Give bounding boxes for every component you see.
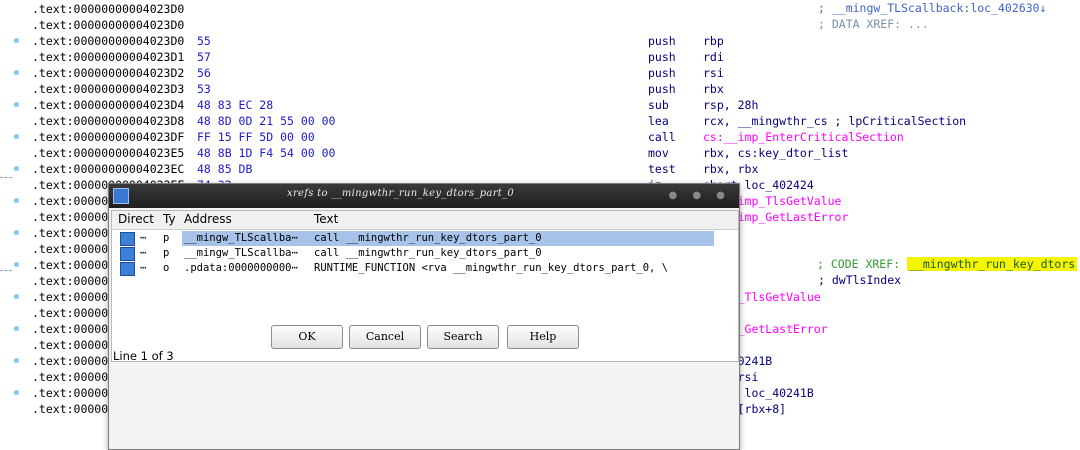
search-button[interactable]: Search — [427, 325, 499, 349]
breakpoint-dot-icon[interactable] — [14, 294, 19, 299]
table-header: Direct Ty Address Text — [112, 211, 738, 230]
row-address: __mingw_TLScallba⋯ — [184, 232, 298, 244]
code-xref-label: ; CODE XREF: — [817, 257, 901, 271]
address-text: .text:00000000004023D3 — [32, 82, 185, 96]
row-direction: ⋯ — [140, 247, 147, 259]
breakpoint-dot-icon[interactable] — [14, 326, 19, 331]
breakpoint-dot-icon[interactable] — [14, 166, 19, 171]
flow-arrow — [0, 177, 12, 178]
xref-comment-callback[interactable]: ; __mingw_TLScallback:loc_402630↓ — [818, 1, 1046, 15]
row-direction: ⋯ — [140, 232, 147, 244]
dialog-titlebar[interactable]: xrefs to __mingwthr_run_key_dtors_part_0… — [109, 184, 739, 208]
row-address: .pdata:0000000000⋯ — [184, 262, 298, 274]
xrefs-table[interactable]: Direct Ty Address Text ⋯ p __mingw_TLScall… — [111, 210, 739, 362]
dialog-title: xrefs to __mingwthr_run_key_dtors_part_0 — [287, 188, 515, 199]
opcode-bytes: 56 — [197, 66, 211, 80]
mnemonic: call — [648, 130, 676, 144]
xref-window-icon — [113, 188, 129, 204]
mnemonic: push — [648, 34, 676, 48]
data-xref-comment: ; DATA XREF: ... — [818, 17, 929, 31]
breakpoint-dot-icon[interactable] — [14, 102, 19, 107]
opcode-bytes: 48 83 EC 28 — [197, 98, 274, 112]
address-text: .text:00000000004023EC — [32, 162, 185, 176]
operands[interactable]: rsp, 28h — [703, 97, 758, 113]
address-text: .text:00000000004023DF — [32, 130, 185, 144]
address-text: .text:00000000004023D0 — [32, 2, 185, 16]
mnemonic: push — [648, 50, 676, 64]
opcode-bytes: 53 — [197, 82, 211, 96]
operands[interactable]: rcx, __mingwthr_cs ; lpCriticalSection — [703, 113, 966, 129]
operands[interactable]: rbx, cs:key_dtor_list — [703, 145, 848, 161]
breakpoint-dot-icon[interactable] — [14, 70, 19, 75]
address-text: .text:00000000004023D0 — [32, 18, 185, 32]
flow-arrow — [0, 270, 12, 271]
row-direction: ⋯ — [140, 262, 147, 274]
operands[interactable]: rsi — [703, 65, 724, 81]
opcode-bytes: 48 85 DB — [197, 162, 253, 176]
xref-row[interactable]: ⋯ p __mingw_TLScallba⋯ call __mingwthr_run_… — [112, 231, 738, 246]
mnemonic: test — [648, 162, 676, 176]
breakpoint-dot-icon[interactable] — [14, 38, 19, 43]
xref-row[interactable]: ⋯ o .pdata:0000000000⋯ RUNTIME_FUNCTION <rv… — [112, 261, 738, 276]
xref-row-icon — [120, 247, 135, 261]
mnemonic: mov — [648, 146, 669, 160]
xref-row[interactable]: ⋯ p __mingw_TLScallba⋯ call __mingwthr_run_… — [112, 246, 738, 261]
breakpoint-dot-icon[interactable] — [14, 390, 19, 395]
xref-row-icon — [120, 262, 135, 276]
opcode-bytes: 48 8D 0D 21 55 00 00 — [197, 114, 336, 128]
address-text: .text:00000000004023D2 — [32, 66, 185, 80]
window-controls[interactable]: ● ● ● — [668, 190, 731, 201]
mnemonic: push — [648, 82, 676, 96]
cancel-button[interactable]: Cancel — [349, 325, 421, 349]
row-type: p — [163, 247, 170, 259]
code-xref-target[interactable]: __mingwthr_run_key_dtors — [907, 257, 1078, 271]
xref-row-icon — [120, 232, 135, 246]
mnemonic: sub — [648, 98, 669, 112]
opcode-bytes: 55 — [197, 34, 211, 48]
address-text: .text:00000000004023D8 — [32, 114, 185, 128]
address-text: .text:00000000004023D0 — [32, 34, 185, 48]
breakpoint-dot-icon[interactable] — [14, 230, 19, 235]
opcode-bytes: 48 8B 1D F4 54 00 00 — [197, 146, 336, 160]
status-line: Line 1 of 3 — [113, 349, 174, 363]
breakpoint-dot-icon[interactable] — [14, 358, 19, 363]
breakpoint-dot-icon[interactable] — [14, 198, 19, 203]
row-address: __mingw_TLScallba⋯ — [184, 247, 298, 259]
operands[interactable]: rbx — [703, 81, 724, 97]
tls-index-comment: ; dwTlsIndex — [818, 273, 902, 287]
opcode-bytes: FF 15 FF 5D 00 00 — [197, 130, 315, 144]
col-type[interactable]: Ty — [163, 212, 176, 226]
xrefs-dialog: xrefs to __mingwthr_run_key_dtors_part_0… — [108, 183, 740, 450]
row-type: o — [163, 262, 170, 274]
code-xref-comment: ; CODE XREF: __mingwthr_run_key_dtors — [817, 257, 1078, 271]
row-text: call __mingwthr_run_key_dtors_part_0 — [314, 247, 542, 259]
breakpoint-dot-icon[interactable] — [14, 262, 19, 267]
address-text: .text:00000000004023D1 — [32, 50, 185, 64]
row-type: p — [163, 232, 170, 244]
col-text[interactable]: Text — [314, 212, 338, 226]
ok-button[interactable]: OK — [271, 325, 343, 349]
operands[interactable]: rbp — [703, 33, 724, 49]
col-direction[interactable]: Direct — [118, 212, 154, 226]
mnemonic: lea — [648, 114, 669, 128]
operands[interactable]: cs:__imp_EnterCriticalSection — [703, 129, 904, 145]
operands[interactable]: rbx, rbx — [703, 161, 758, 177]
address-text: .text:00000000004023E5 — [32, 146, 185, 160]
breakpoint-dot-icon[interactable] — [14, 134, 19, 139]
col-address[interactable]: Address — [184, 212, 232, 226]
operands[interactable]: rdi — [703, 49, 724, 65]
row-text: call __mingwthr_run_key_dtors_part_0 — [314, 232, 542, 244]
opcode-bytes: 57 — [197, 50, 211, 64]
mnemonic: push — [648, 66, 676, 80]
address-text: .text:00000000004023D4 — [32, 98, 185, 112]
row-text: RUNTIME_FUNCTION <rva __mingwthr_run_key… — [314, 262, 669, 274]
help-button[interactable]: Help — [507, 325, 579, 349]
